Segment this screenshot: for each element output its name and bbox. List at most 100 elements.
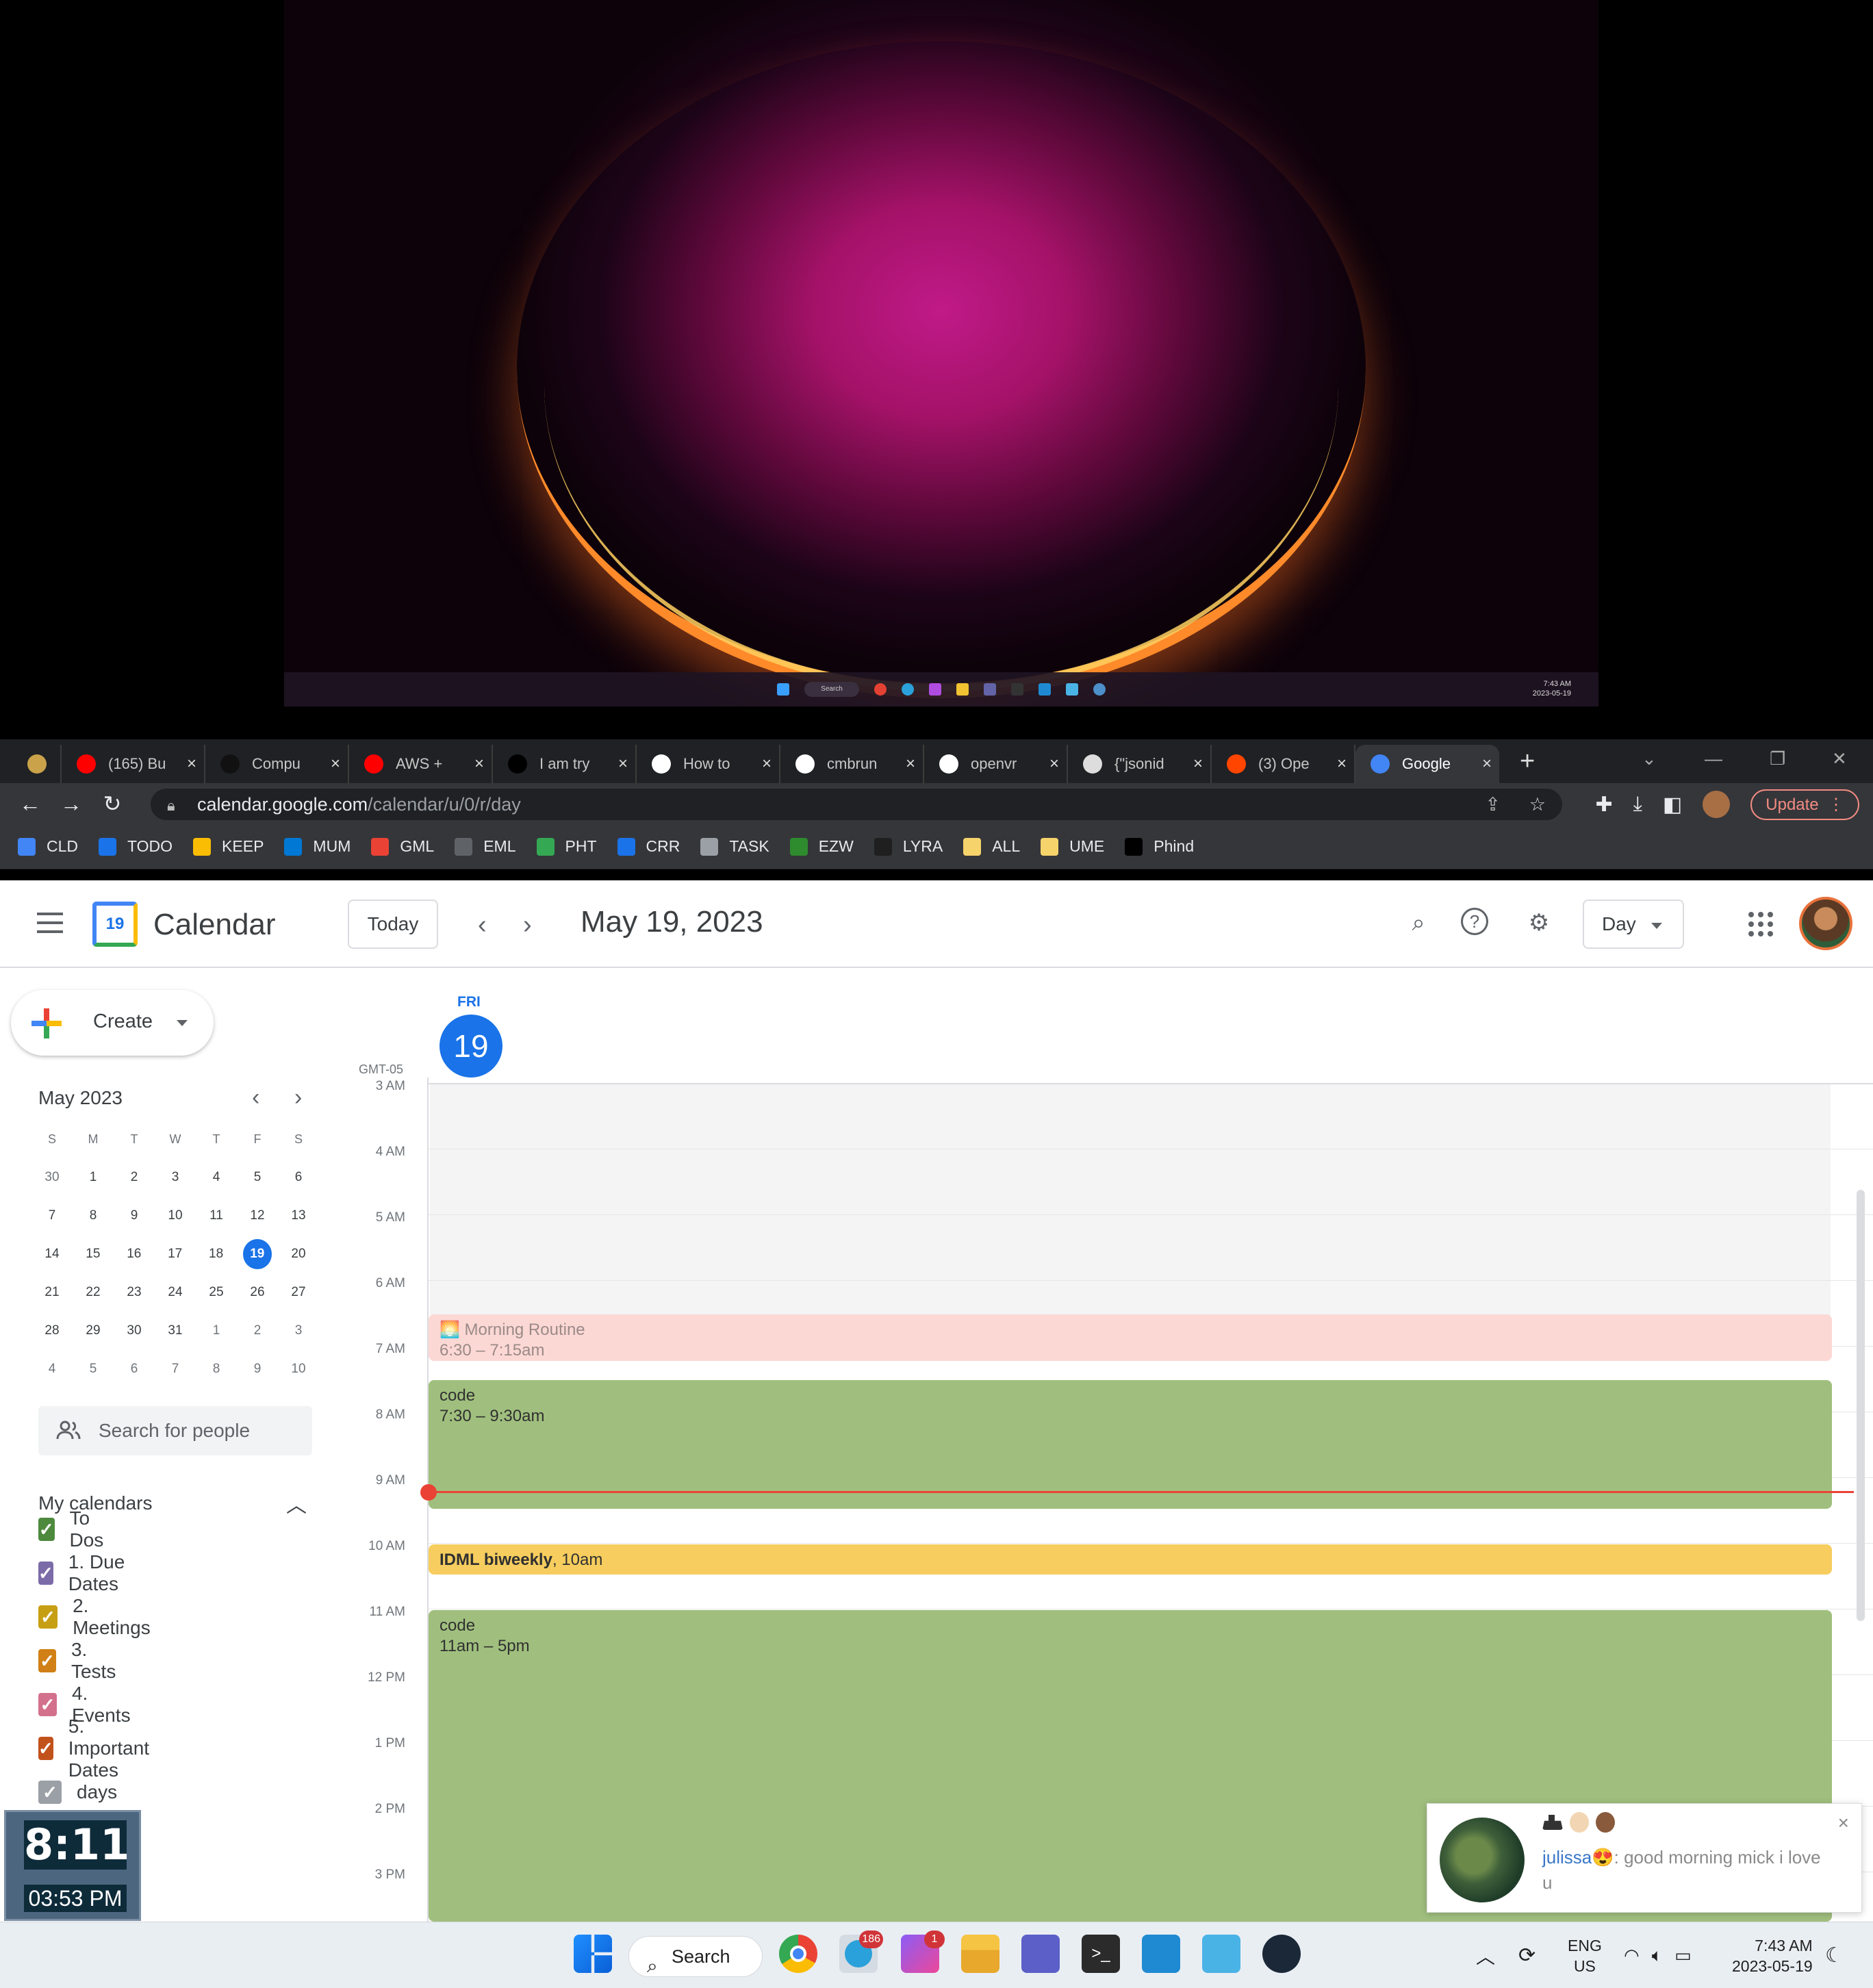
- bookmark-item[interactable]: TASK: [700, 837, 769, 856]
- system-status[interactable]: ◠ 🔈︎ ▭: [1624, 1922, 1692, 1988]
- mini-calendar-day[interactable]: 14: [31, 1247, 73, 1262]
- help-icon[interactable]: ?: [1461, 908, 1488, 935]
- browser-tab[interactable]: How to ×: [637, 745, 780, 783]
- mini-calendar-day[interactable]: 16: [114, 1247, 155, 1262]
- mini-calendar-day[interactable]: 1: [196, 1323, 237, 1338]
- language-indicator[interactable]: ENG US: [1568, 1922, 1602, 1988]
- mini-calendar-day[interactable]: 2: [237, 1323, 278, 1338]
- restore-icon[interactable]: ❐: [1770, 739, 1785, 778]
- folder-icon[interactable]: [956, 683, 969, 696]
- url-field[interactable]: 🔒︎ calendar.google.com/calendar/u/0/r/da…: [151, 789, 1562, 820]
- mini-next-month-icon[interactable]: ›: [294, 1084, 302, 1111]
- browser-tab[interactable]: Compu ×: [205, 745, 349, 783]
- search-people-input[interactable]: Search for people: [38, 1406, 312, 1455]
- mini-calendar-day[interactable]: 2: [114, 1170, 155, 1185]
- google-apps-icon[interactable]: [1748, 912, 1773, 936]
- notification-close-icon[interactable]: ×: [1838, 1812, 1849, 1834]
- today-button[interactable]: Today: [348, 900, 438, 949]
- account-avatar[interactable]: [1799, 897, 1852, 950]
- mini-calendar-day[interactable]: 12: [237, 1208, 278, 1223]
- app-icon[interactable]: 1: [901, 1930, 945, 1973]
- app-icon[interactable]: [929, 683, 941, 696]
- tab-close-icon[interactable]: ×: [1475, 754, 1499, 774]
- checkbox-checked-icon[interactable]: ✓: [38, 1649, 56, 1672]
- mini-prev-month-icon[interactable]: ‹: [252, 1084, 259, 1111]
- mini-calendar-day[interactable]: 11: [196, 1208, 237, 1223]
- main-menu-icon[interactable]: [37, 913, 63, 933]
- mini-calendar-day[interactable]: 4: [196, 1170, 237, 1185]
- search-icon[interactable]: ⌕: [1403, 908, 1434, 938]
- profile-avatar[interactable]: [1703, 791, 1731, 818]
- mini-calendar-day[interactable]: 27: [278, 1285, 319, 1300]
- bookmark-item[interactable]: LYRA: [874, 837, 943, 856]
- calendar-list-item[interactable]: ✓ 4. Events: [38, 1683, 136, 1726]
- mini-calendar-day[interactable]: 30: [31, 1170, 73, 1185]
- secondary-search-box[interactable]: Search: [804, 682, 859, 697]
- bookmark-item[interactable]: MUM: [284, 837, 351, 856]
- bookmark-star-icon[interactable]: ☆: [1529, 794, 1546, 815]
- bookmark-item[interactable]: Phind: [1125, 837, 1194, 856]
- windows-start-icon[interactable]: [777, 683, 789, 696]
- mini-calendar-day[interactable]: 7: [31, 1208, 73, 1223]
- browser-tab[interactable]: (165) Bu ×: [62, 745, 205, 783]
- checkbox-checked-icon[interactable]: ✓: [38, 1518, 55, 1541]
- share-icon[interactable]: ⇪: [1485, 794, 1501, 815]
- side-panel-icon[interactable]: ◧: [1663, 793, 1682, 817]
- browser-tab[interactable]: cmbrun ×: [780, 745, 924, 783]
- sync-icon[interactable]: ⟳: [1518, 1922, 1536, 1988]
- mini-calendar-day[interactable]: 18: [196, 1247, 237, 1262]
- update-button[interactable]: Update ⋮: [1750, 789, 1859, 820]
- create-button[interactable]: Create: [11, 990, 214, 1056]
- chrome-icon[interactable]: [874, 683, 887, 696]
- vscode-icon[interactable]: [1039, 683, 1051, 696]
- bookmark-item[interactable]: TODO: [99, 837, 173, 856]
- mini-calendar-day[interactable]: 7: [155, 1362, 196, 1377]
- calendar-event[interactable]: IDML biweekly, 10am: [429, 1544, 1832, 1575]
- mini-calendar-day[interactable]: 10: [278, 1362, 319, 1377]
- file-explorer-icon[interactable]: [961, 1935, 999, 1973]
- mini-calendar-day[interactable]: 3: [155, 1170, 196, 1185]
- browser-tab[interactable]: openvr ×: [924, 745, 1068, 783]
- mini-calendar-day[interactable]: 5: [237, 1170, 278, 1185]
- notepad-icon[interactable]: [1202, 1935, 1240, 1973]
- bookmark-item[interactable]: ALL: [963, 837, 1020, 856]
- taskbar-clock[interactable]: 7:43 AM 2023-05-19: [1732, 1922, 1813, 1988]
- mini-calendar-day[interactable]: 25: [196, 1285, 237, 1300]
- calendar-event[interactable]: 🌅 Morning Routine 6:30 – 7:15am: [429, 1314, 1832, 1361]
- download-icon[interactable]: ⤓: [1633, 793, 1642, 816]
- mini-calendar-day[interactable]: 9: [237, 1362, 278, 1377]
- mini-calendar-day[interactable]: 15: [73, 1247, 114, 1262]
- bookmark-item[interactable]: PHT: [536, 837, 597, 856]
- teams-icon[interactable]: [984, 683, 996, 696]
- calendar-event[interactable]: code 7:30 – 9:30am: [429, 1380, 1832, 1509]
- mini-calendar-day[interactable]: 13: [278, 1208, 319, 1223]
- tab-close-icon[interactable]: ×: [898, 754, 923, 774]
- telegram-icon[interactable]: [902, 683, 914, 696]
- chrome-icon[interactable]: [779, 1935, 817, 1973]
- chat-notification[interactable]: julissa😍: good morning mick i love u ×: [1427, 1803, 1862, 1913]
- tab-search-chevron-icon[interactable]: ⌄: [1642, 739, 1657, 778]
- browser-tab[interactable]: (3) Ope ×: [1212, 745, 1355, 783]
- new-tab-icon[interactable]: +: [1520, 747, 1535, 776]
- back-icon[interactable]: ←: [10, 791, 51, 817]
- checkbox-checked-icon[interactable]: ✓: [38, 1562, 53, 1585]
- mini-calendar-day[interactable]: 6: [114, 1362, 155, 1377]
- checkbox-checked-icon[interactable]: ✓: [38, 1693, 57, 1716]
- previous-day-icon[interactable]: ‹: [478, 910, 487, 940]
- create-caret-icon[interactable]: [177, 1020, 188, 1026]
- mini-calendar-day[interactable]: 28: [31, 1323, 73, 1338]
- lock-icon[interactable]: 🔒︎: [167, 797, 181, 814]
- tab-close-icon[interactable]: ×: [754, 754, 779, 774]
- tab-close-icon[interactable]: ×: [467, 754, 492, 774]
- checkbox-checked-icon[interactable]: ✓: [38, 1605, 58, 1629]
- mini-calendar-day[interactable]: 6: [278, 1170, 319, 1185]
- view-selector[interactable]: Day: [1583, 900, 1684, 949]
- extensions-icon[interactable]: ✚: [1596, 793, 1613, 817]
- mini-calendar-day[interactable]: 30: [114, 1323, 155, 1338]
- mini-calendar-day[interactable]: 22: [73, 1285, 114, 1300]
- mini-calendar-day[interactable]: 17: [155, 1247, 196, 1262]
- scrollbar[interactable]: [1857, 1190, 1865, 1621]
- mini-calendar-day[interactable]: 24: [155, 1285, 196, 1300]
- notifications-moon-icon[interactable]: ☾: [1825, 1922, 1844, 1988]
- calendar-list-item[interactable]: ✓ 1. Due Dates: [38, 1551, 127, 1594]
